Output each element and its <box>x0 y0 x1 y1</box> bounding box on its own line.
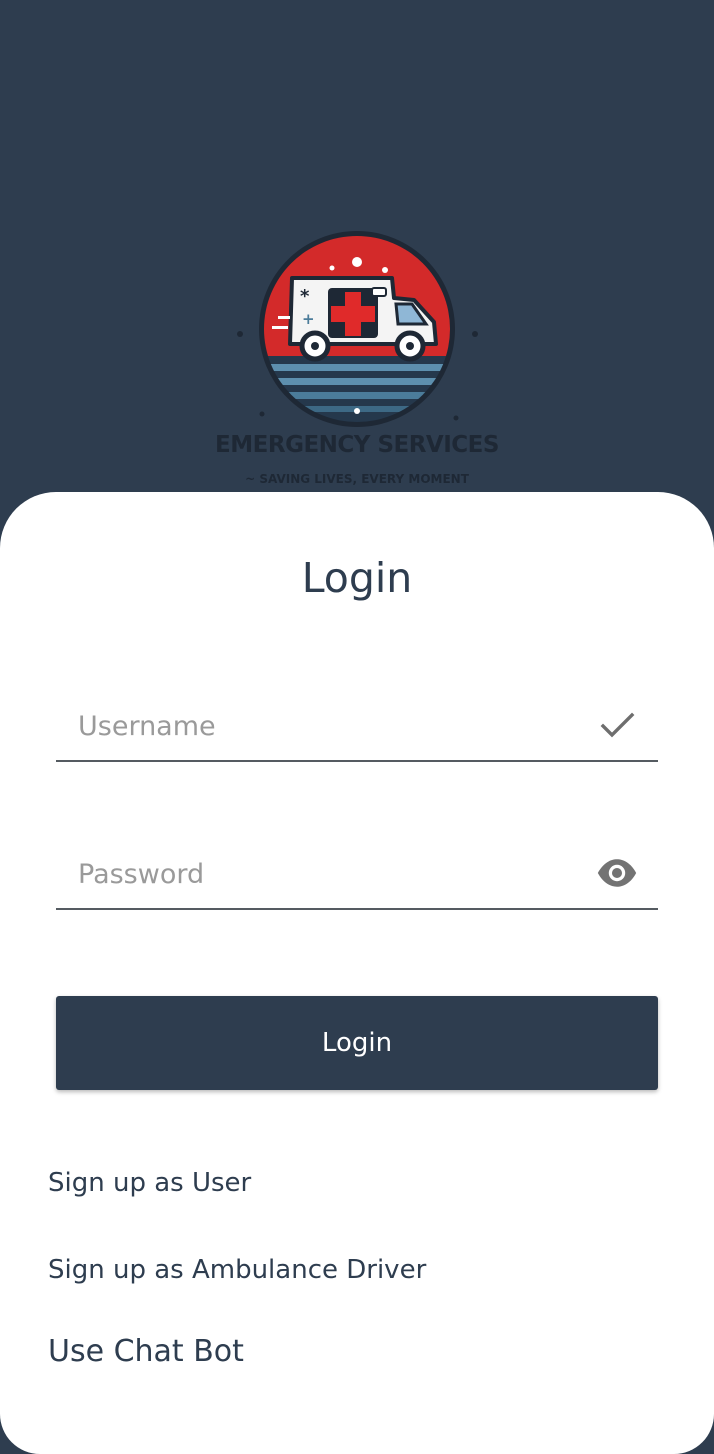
login-screen: * + EMERGENCY SERVICES ~ SAVING LIVES, E… <box>0 0 714 1454</box>
signup-driver-link[interactable]: Sign up as Ambulance Driver <box>48 1255 426 1285</box>
check-icon <box>596 704 638 746</box>
password-input[interactable] <box>78 852 558 896</box>
svg-text:+: + <box>302 310 315 328</box>
username-field <box>56 690 658 762</box>
page-title: Login <box>301 554 413 602</box>
brand-tagline: ~ SAVING LIVES, EVERY MOMENT <box>245 472 469 486</box>
chat-bot-link[interactable]: Use Chat Bot <box>48 1334 244 1369</box>
login-card <box>0 492 714 1454</box>
username-input[interactable] <box>78 704 558 748</box>
login-button[interactable]: Login <box>56 996 658 1090</box>
svg-text:*: * <box>300 286 310 307</box>
brand-name: EMERGENCY SERVICES <box>215 432 499 458</box>
signup-user-link[interactable]: Sign up as User <box>48 1168 251 1198</box>
eye-icon[interactable] <box>596 852 638 894</box>
password-field <box>56 838 658 910</box>
